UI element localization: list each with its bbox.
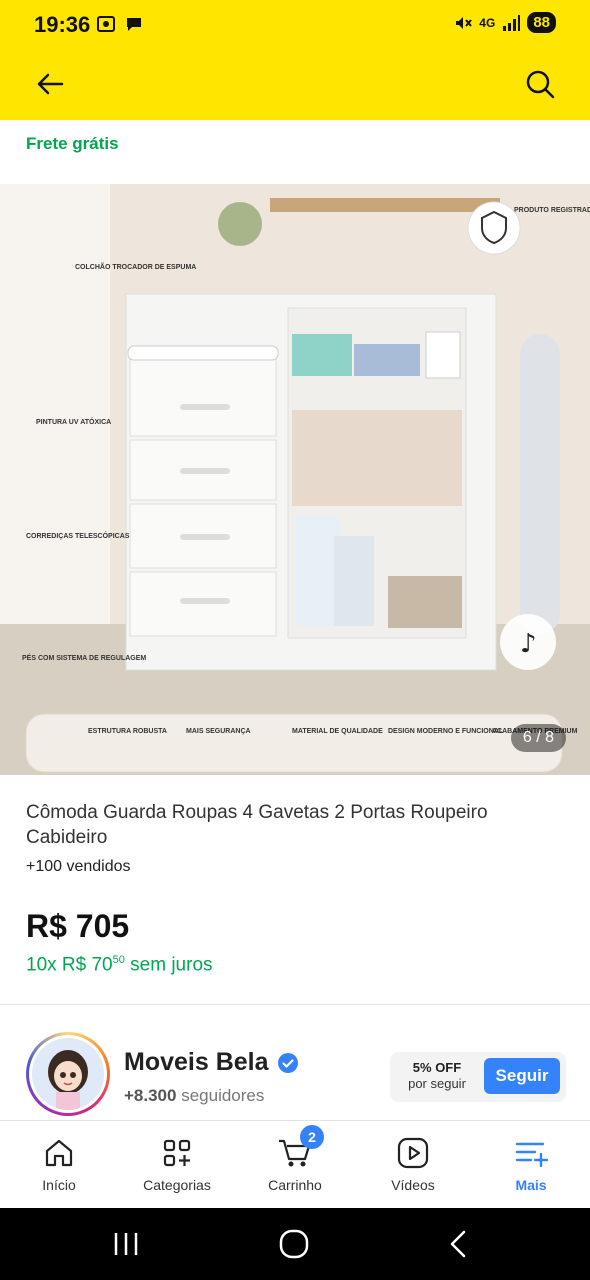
more-menu-icon: [515, 1142, 549, 1168]
product-title: Cômoda Guarda Roupas 4 Gavetas 2 Portas …: [26, 802, 488, 848]
avatar-ring: [29, 1035, 107, 1113]
follow-discount: 5% OFF por seguir: [400, 1060, 474, 1092]
product-photo: ♪ ESTRUTURA ROBUSTA MAIS SEGURANÇA MATER…: [0, 184, 590, 775]
feature-label-3: MATERIAL DE QUALIDADE: [292, 728, 383, 735]
followers-count: +8.300: [124, 1086, 177, 1105]
gallery-pager: 6 / 8: [510, 724, 566, 752]
label-paint: PINTURA UV ATÓXICA: [36, 417, 111, 426]
section-divider: [0, 1004, 590, 1005]
search-icon: [526, 70, 555, 99]
feature-label-1: ESTRUTURA ROBUSTA: [88, 728, 167, 735]
avatar-illustration: [32, 1038, 104, 1110]
back-system-button[interactable]: [440, 1226, 480, 1262]
seller-followers: +8.300 seguidores: [124, 1086, 264, 1106]
chevron-left-icon: [450, 1230, 466, 1258]
status-bar: 19:36 4G 88: [0, 0, 590, 50]
nav-label-more: Mais: [515, 1177, 547, 1193]
label-feet: PÉS COM SISTEMA DE REGULAGEM: [22, 653, 146, 662]
scrolled-text-fragment: [26, 112, 546, 122]
status-notification-icons: [96, 14, 144, 34]
recent-apps-icon: [114, 1233, 138, 1255]
label-changing-pad: COLCHÃO TROCADOR DE ESPUMA: [75, 262, 196, 271]
home-system-button[interactable]: [274, 1226, 314, 1262]
nav-item-home[interactable]: Início: [0, 1121, 118, 1209]
follow-discount-value: 5% OFF: [412, 1060, 462, 1075]
follow-button[interactable]: Seguir: [484, 1058, 560, 1094]
seller-avatar[interactable]: [26, 1032, 110, 1116]
installments-terms: sem juros: [124, 954, 213, 976]
svg-text:♪: ♪: [520, 629, 537, 659]
status-time: 19:36: [34, 12, 91, 37]
signal-icon: [503, 14, 521, 31]
back-button[interactable]: [30, 64, 70, 104]
nav-label-categories: Categorias: [143, 1177, 211, 1193]
home-icon: [45, 1139, 73, 1167]
chat-icon: [127, 18, 141, 31]
free-shipping-label: Frete grátis: [26, 134, 119, 153]
system-navigation-bar: [0, 1208, 590, 1280]
nav-item-cart[interactable]: 2 Carrinho: [236, 1121, 354, 1209]
installments-cents: 50: [112, 954, 125, 966]
verified-badge-icon: [277, 1052, 298, 1073]
home-circle-icon: [279, 1229, 309, 1259]
follow-discount-sub: por seguir: [408, 1076, 466, 1091]
cart-badge: 2: [300, 1125, 324, 1149]
nav-item-categories[interactable]: Categorias: [118, 1121, 236, 1209]
network-type: 4G: [479, 15, 496, 30]
follow-offer: 5% OFF por seguir Seguir: [390, 1052, 566, 1102]
installments-amount: 10x R$ 70: [26, 954, 113, 976]
product-image-gallery[interactable]: ♪ ESTRUTURA ROBUSTA MAIS SEGURANÇA MATER…: [0, 184, 590, 775]
seller-name[interactable]: Moveis Bela: [124, 1048, 299, 1077]
recent-apps-button[interactable]: [106, 1226, 146, 1262]
categories-icon: [163, 1139, 191, 1167]
feature-label-4: DESIGN MODERNO E FUNCIONAL: [388, 728, 504, 735]
avatar-image: [32, 1038, 104, 1110]
arrow-left-icon: [37, 73, 64, 95]
video-icon: [397, 1137, 429, 1169]
battery-indicator: 88: [527, 12, 556, 33]
product-price: R$ 705: [26, 908, 130, 944]
search-button[interactable]: [520, 64, 560, 104]
label-slides: CORREDIÇAS TELESCÓPICAS: [26, 531, 130, 540]
installments: 10x R$ 7050 sem juros: [26, 954, 213, 976]
sold-count: +100 vendidos: [26, 858, 131, 875]
nav-header: [0, 56, 590, 110]
status-system-icons: 4G 88: [453, 12, 556, 33]
screenshot-icon: [97, 16, 115, 32]
nav-label-videos: Vídeos: [391, 1177, 435, 1193]
nav-item-more[interactable]: Mais: [472, 1121, 590, 1209]
nav-label-cart: Carrinho: [268, 1177, 322, 1193]
nav-item-videos[interactable]: Vídeos: [354, 1121, 472, 1209]
feature-label-2: MAIS SEGURANÇA: [186, 728, 251, 735]
label-registered: PRODUTO REGISTRADO®: [514, 206, 590, 214]
mute-icon: [456, 16, 473, 29]
bottom-nav: Início Categorias 2 Carrinho Vídeos Mais: [0, 1120, 590, 1208]
app-header: 19:36 4G 88: [0, 0, 590, 120]
seller-name-text: Moveis Bela: [124, 1048, 269, 1076]
followers-label: seguidores: [176, 1086, 265, 1105]
nav-label-home: Início: [42, 1177, 76, 1193]
